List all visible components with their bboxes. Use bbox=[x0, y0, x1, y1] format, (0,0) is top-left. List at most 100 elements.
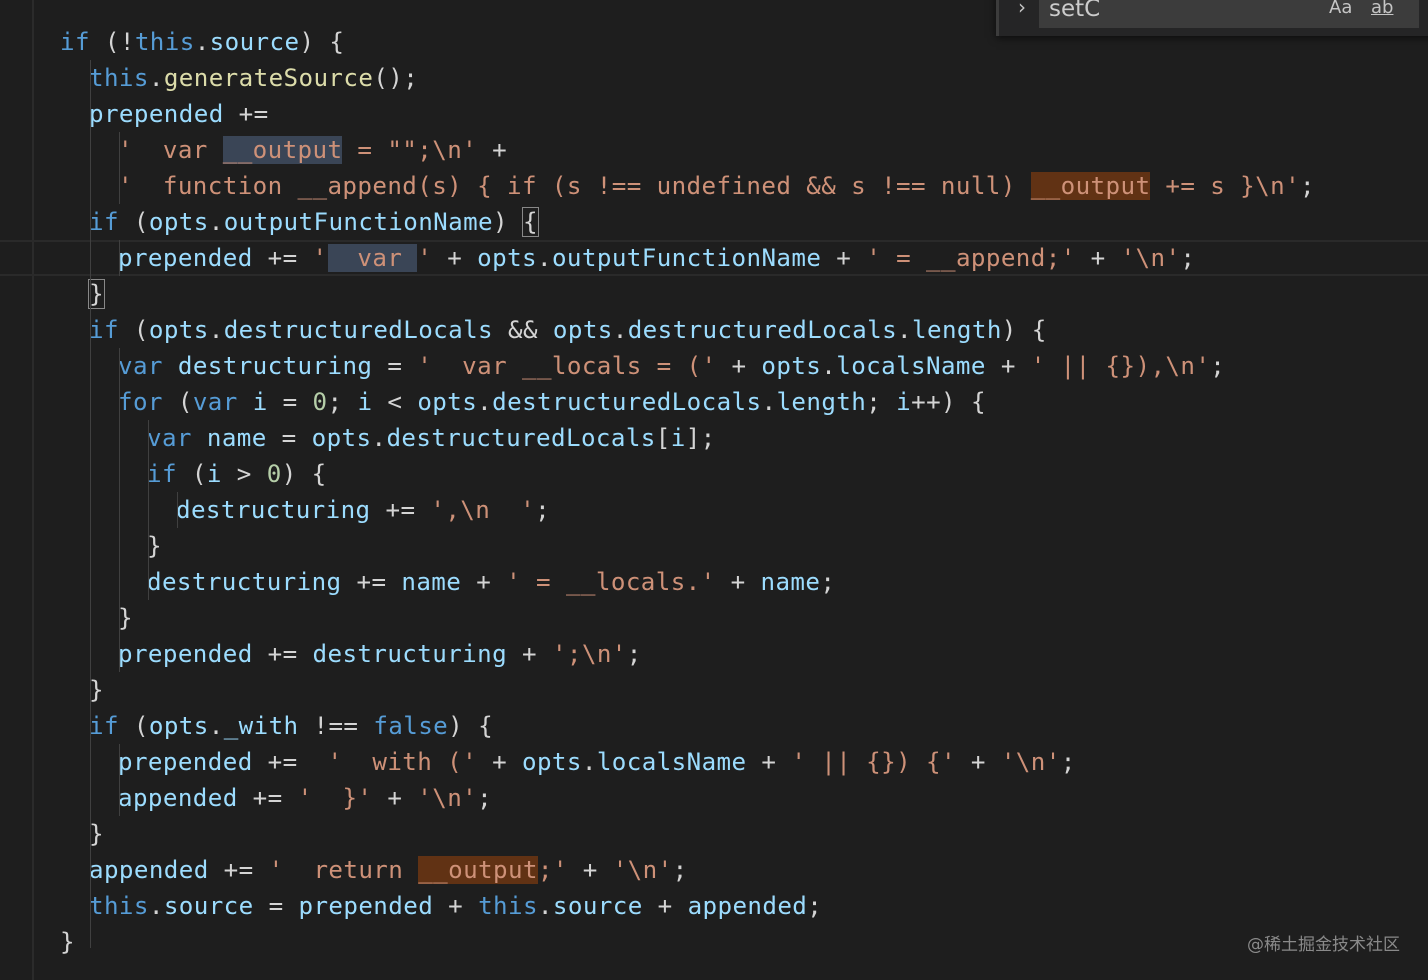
code-token: + bbox=[746, 748, 792, 776]
code-token: = bbox=[253, 892, 299, 920]
code-token: + bbox=[372, 784, 418, 812]
code-token: localsName bbox=[596, 748, 747, 776]
code-token: if bbox=[60, 28, 90, 56]
code-token: if bbox=[89, 316, 119, 344]
code-token: '\n' bbox=[612, 856, 673, 884]
code-token: appended bbox=[687, 892, 808, 920]
code-token: = bbox=[266, 424, 312, 452]
indent-guide bbox=[90, 60, 91, 948]
code-token: if bbox=[89, 712, 119, 740]
code-token: + bbox=[432, 244, 478, 272]
code-token: prepended bbox=[118, 244, 253, 272]
code-token: ]; bbox=[685, 424, 716, 452]
code-token: i bbox=[670, 424, 686, 452]
code-token: ( bbox=[118, 316, 149, 344]
code-token: (); bbox=[373, 64, 419, 92]
code-token: ',\n ' bbox=[430, 496, 536, 524]
find-widget: › Aa ab bbox=[996, 0, 1428, 36]
code-token: ; bbox=[672, 856, 688, 884]
code-token: ' with (' bbox=[327, 748, 478, 776]
code-token: destructuredLocals bbox=[223, 316, 494, 344]
code-token: ; bbox=[1060, 748, 1076, 776]
code-token: destructuring bbox=[177, 352, 373, 380]
code-token: ' }' bbox=[297, 784, 373, 812]
indent-guide bbox=[177, 492, 178, 528]
code-token: ) bbox=[493, 208, 523, 236]
code-token: ) { bbox=[281, 460, 327, 488]
code-token: += s }\n' bbox=[1150, 172, 1301, 200]
code-token: } bbox=[89, 820, 104, 848]
code-token: = "";\n' bbox=[342, 136, 478, 164]
code-token: destructuredLocals bbox=[386, 424, 656, 452]
code-token: destructuring bbox=[312, 640, 508, 668]
code-token: > bbox=[221, 460, 267, 488]
code-token: + bbox=[461, 568, 507, 596]
code-editor[interactable]: if (!this.source) {this.generateSource()… bbox=[0, 0, 1428, 980]
watermark: @稀土掘金技术社区 bbox=[1247, 935, 1400, 955]
code-token: var bbox=[147, 424, 192, 452]
code-token: + bbox=[477, 136, 508, 164]
code-token: = bbox=[372, 352, 418, 380]
code-token: destructuring bbox=[147, 568, 342, 596]
code-token: '\n' bbox=[417, 784, 478, 812]
code-token: ) { bbox=[299, 28, 345, 56]
code-token: opts bbox=[148, 208, 209, 236]
code-token: opts bbox=[311, 424, 372, 452]
code-token: opts bbox=[148, 712, 209, 740]
code-token: + bbox=[715, 568, 761, 596]
code-token: if bbox=[147, 460, 177, 488]
code-token: var bbox=[327, 244, 418, 272]
code-token: ; bbox=[807, 892, 823, 920]
find-input[interactable] bbox=[1039, 0, 1419, 28]
code-token: name bbox=[760, 568, 821, 596]
code-token: appended bbox=[89, 856, 209, 884]
code-token: ; bbox=[535, 496, 551, 524]
code-token: } bbox=[89, 676, 104, 704]
indent-guide bbox=[119, 132, 120, 204]
code-token: __output bbox=[222, 136, 343, 164]
code-token: . bbox=[148, 64, 164, 92]
code-token: . bbox=[537, 892, 553, 920]
code-token: !== bbox=[298, 712, 374, 740]
code-token: '\n' bbox=[1000, 748, 1061, 776]
code-token: . bbox=[537, 244, 552, 272]
code-token: [ bbox=[655, 424, 671, 452]
indent-guide bbox=[148, 420, 149, 600]
code-token: ; bbox=[1210, 352, 1226, 380]
whole-word-toggle[interactable]: ab bbox=[1371, 0, 1393, 20]
code-token: opts bbox=[417, 388, 478, 416]
code-token: false bbox=[373, 712, 449, 740]
code-token: destructuring bbox=[176, 496, 371, 524]
indent-guide bbox=[119, 744, 120, 816]
code-token: += bbox=[252, 640, 313, 668]
code-token: length bbox=[776, 388, 867, 416]
chevron-right-icon[interactable]: › bbox=[1009, 0, 1035, 20]
code-token: } bbox=[60, 928, 75, 956]
code-token: ; bbox=[327, 388, 358, 416]
code-token: __output bbox=[1030, 172, 1151, 200]
match-case-toggle[interactable]: Aa bbox=[1329, 0, 1352, 20]
code-token: opts bbox=[148, 316, 209, 344]
code-token: ' function __append(s) { if (s !== undef… bbox=[118, 172, 1031, 200]
code-token: opts bbox=[477, 244, 537, 272]
code-token: ) { bbox=[448, 712, 494, 740]
code-token: localsName bbox=[836, 352, 986, 380]
code-token: name bbox=[401, 568, 462, 596]
code-token: ';\n' bbox=[551, 640, 627, 668]
code-token: ' || {}) {' bbox=[791, 748, 956, 776]
code-token: += bbox=[223, 100, 284, 128]
code-token: ; bbox=[1180, 244, 1196, 272]
code-token: . bbox=[477, 388, 493, 416]
code-token: + bbox=[433, 892, 479, 920]
code-token: . bbox=[371, 424, 387, 452]
code-token: += bbox=[252, 748, 328, 776]
code-token: + bbox=[955, 748, 1001, 776]
code-token: . bbox=[581, 748, 597, 776]
indent-guide bbox=[119, 348, 120, 672]
code-token: 0 bbox=[312, 388, 328, 416]
code-token: . bbox=[761, 388, 777, 416]
code-token: ' var __locals = (' bbox=[417, 352, 717, 380]
code-token: + bbox=[716, 352, 762, 380]
